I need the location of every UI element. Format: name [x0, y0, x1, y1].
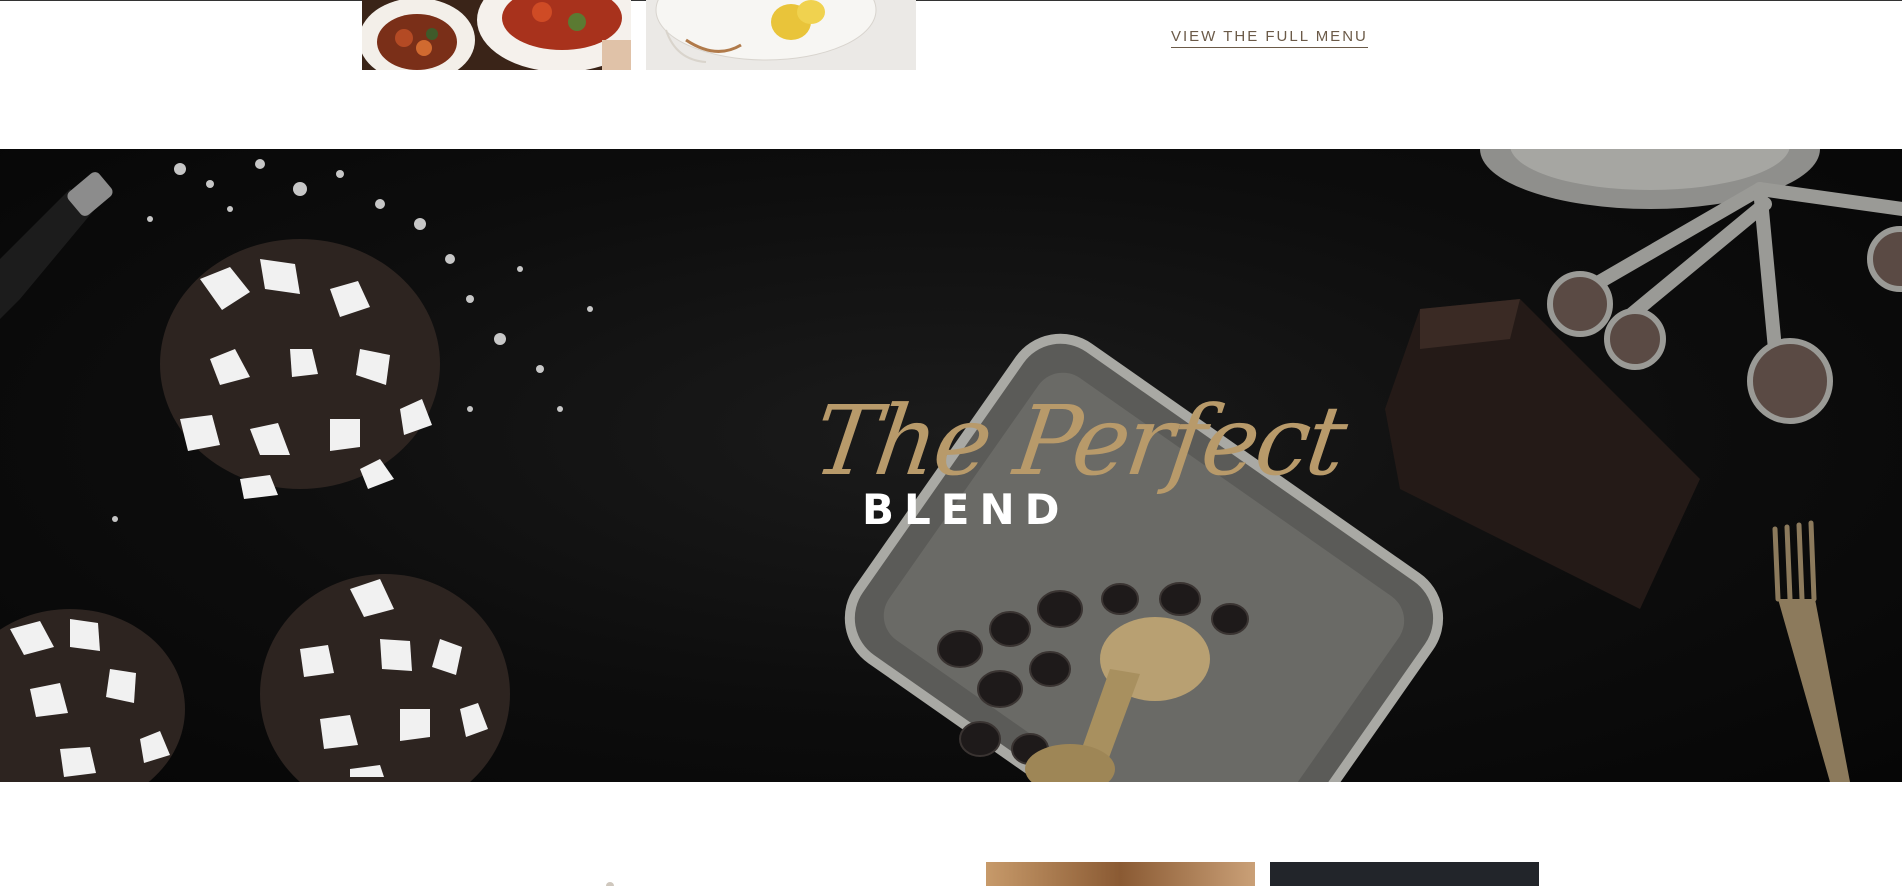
- hero-bold-title: BLEND: [862, 485, 1070, 534]
- cookie-bottom-left: [0, 609, 185, 782]
- view-full-menu-link[interactable]: VIEW THE FULL MENU: [1171, 28, 1368, 48]
- menu-lemon-photo: [646, 0, 916, 70]
- bread-photo: [986, 862, 1255, 886]
- cookie-top-left: [160, 239, 440, 499]
- cookie-bottom-middle: [260, 574, 510, 782]
- partial-heading-glyph: [606, 882, 614, 886]
- dark-food-photo: [1270, 862, 1539, 886]
- hero-banner: The Perfect BLEND: [0, 149, 1902, 782]
- hero-script-title: The Perfect: [807, 385, 1351, 497]
- top-divider: [0, 0, 1902, 1]
- menu-food-photo: [362, 0, 631, 70]
